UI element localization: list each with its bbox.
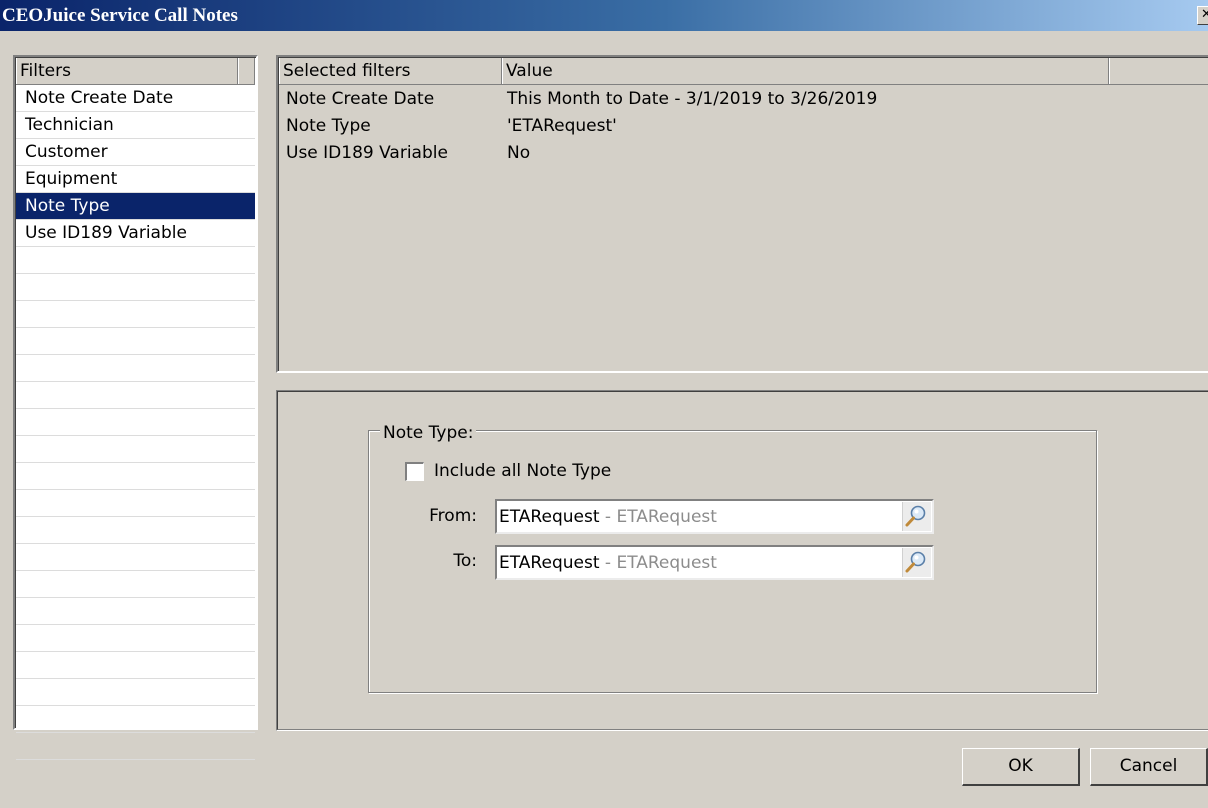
to-field[interactable]: ETARequest - ETARequest: [495, 545, 934, 580]
filter-empty-row: [16, 301, 255, 328]
selected-filters-column-header[interactable]: Selected filters: [279, 58, 502, 84]
filters-rows: Note Create Date Technician Customer Equipm…: [16, 85, 255, 760]
magnifier-icon: [905, 551, 926, 573]
filter-item[interactable]: Equipment: [16, 166, 255, 193]
to-value: ETARequest: [499, 553, 600, 573]
window-title: CEOJuice Service Call Notes: [2, 5, 238, 26]
selected-filter-value: 'ETARequest': [507, 116, 617, 136]
filter-empty-row: [16, 598, 255, 625]
filter-empty-row: [16, 544, 255, 571]
filter-empty-row: [16, 652, 255, 679]
filter-item[interactable]: Note Create Date: [16, 85, 255, 112]
filter-empty-row: [16, 409, 255, 436]
from-label: From:: [429, 506, 477, 526]
filter-item[interactable]: Customer: [16, 139, 255, 166]
to-field-text: ETARequest - ETARequest: [499, 553, 717, 573]
cancel-button[interactable]: Cancel: [1090, 748, 1208, 786]
filter-empty-row: [16, 571, 255, 598]
from-field[interactable]: ETARequest - ETARequest: [495, 499, 934, 534]
filter-item[interactable]: Use ID189 Variable: [16, 220, 255, 247]
filter-empty-row: [16, 328, 255, 355]
filter-empty-row: [16, 517, 255, 544]
filter-empty-row: [16, 463, 255, 490]
close-icon[interactable]: ✕: [1197, 6, 1208, 25]
from-field-text: ETARequest - ETARequest: [499, 507, 717, 527]
filters-column-header[interactable]: Filters: [16, 58, 238, 84]
filter-empty-row: [16, 706, 255, 733]
selected-filter-name: Use ID189 Variable: [286, 143, 448, 163]
filter-empty-row: [16, 274, 255, 301]
filters-column-spacer: [238, 58, 255, 84]
magnifier-icon: [905, 505, 926, 527]
include-all-note-type-checkbox[interactable]: [405, 462, 424, 481]
title-bar: CEOJuice Service Call Notes ✕: [0, 0, 1208, 31]
selected-filter-name: Note Create Date: [286, 89, 435, 109]
filters-list-header: Filters: [16, 58, 255, 85]
value-column-header[interactable]: Value: [502, 58, 1109, 84]
to-lookup-button[interactable]: [902, 548, 931, 577]
from-value: ETARequest: [499, 507, 600, 527]
ok-button[interactable]: OK: [962, 748, 1080, 786]
extra-column-header: [1109, 58, 1208, 84]
to-separator: -: [599, 553, 617, 573]
from-separator: -: [599, 507, 617, 527]
filters-list: Filters Note Create Date Technician Custom…: [13, 55, 258, 760]
filter-empty-row: [16, 625, 255, 652]
note-type-group-label: Note Type:: [380, 423, 477, 443]
filter-item[interactable]: Note Type: [16, 193, 255, 220]
filter-empty-row: [16, 355, 255, 382]
filter-empty-row: [16, 382, 255, 409]
selected-filters-grid: Selected filters Value Note Create Date T…: [276, 55, 1208, 373]
selected-filters-header: Selected filters Value: [279, 58, 1208, 85]
to-label: To:: [453, 551, 477, 571]
to-description: ETARequest: [616, 553, 717, 573]
include-all-note-type-label[interactable]: Include all Note Type: [434, 461, 611, 481]
selected-filter-value: This Month to Date - 3/1/2019 to 3/26/20…: [507, 89, 878, 109]
from-description: ETARequest: [616, 507, 717, 527]
filter-empty-row: [16, 679, 255, 706]
filter-empty-row: [16, 247, 255, 274]
selected-filter-value: No: [507, 143, 531, 163]
filter-empty-row: [16, 436, 255, 463]
filter-empty-row: [16, 733, 255, 760]
from-lookup-button[interactable]: [902, 502, 931, 531]
filter-item[interactable]: Technician: [16, 112, 255, 139]
filter-empty-row: [16, 490, 255, 517]
selected-filter-name: Note Type: [286, 116, 371, 136]
